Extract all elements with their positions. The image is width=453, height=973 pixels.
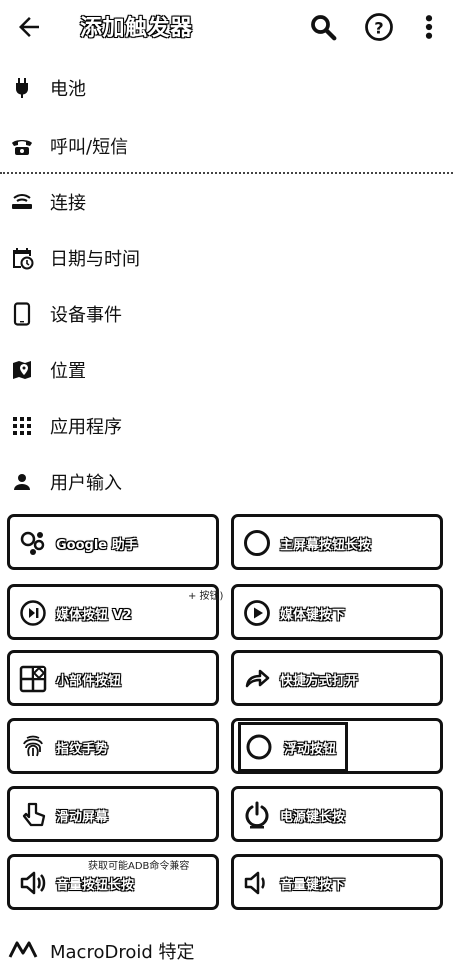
category-connectivity[interactable]: 连接 <box>0 176 453 228</box>
play-circle-icon <box>244 600 270 626</box>
trigger-google-assistant[interactable]: Google 助手 <box>7 514 219 570</box>
category-label: 呼叫/短信 <box>50 137 129 158</box>
help-icon[interactable]: ? <box>364 12 394 42</box>
router-icon <box>12 194 32 209</box>
category-device-events[interactable]: 设备事件 <box>0 288 453 340</box>
trigger-label: 滑动屏幕 <box>56 810 109 825</box>
trigger-label: 音量按钮长按 <box>56 878 135 893</box>
category-label: 位置 <box>50 361 86 382</box>
selection-highlight <box>238 722 348 772</box>
trigger-label: 媒体按钮 V2 <box>56 608 132 623</box>
calendar-clock-icon <box>13 248 34 270</box>
trigger-media-key-pressed[interactable]: 媒体键按下 <box>231 584 443 640</box>
macrodroid-logo-icon <box>8 941 38 958</box>
trigger-label: 主屏幕按钮长按 <box>280 538 372 553</box>
trigger-label: 指纹手势 <box>56 742 109 757</box>
media-play-pause-icon <box>20 600 46 626</box>
person-icon <box>14 474 30 490</box>
category-label: 设备事件 <box>50 305 122 326</box>
touch-hand-icon <box>22 802 46 827</box>
trigger-label: 电源键长按 <box>280 810 346 825</box>
trigger-volume-key-pressed[interactable]: 音量键按下 <box>231 854 443 910</box>
assistant-icon <box>20 531 45 555</box>
power-plug-icon <box>16 78 28 98</box>
volume-icon <box>244 871 265 895</box>
trigger-label: 音量键按下 <box>280 878 346 893</box>
trigger-label: 媒体键按下 <box>280 608 346 623</box>
trigger-label: 快捷方式打开 <box>280 674 359 689</box>
category-location[interactable]: 位置 <box>0 344 453 396</box>
category-battery[interactable]: 电池 <box>0 62 453 114</box>
category-label: 日期与时间 <box>50 249 140 270</box>
category-user-input[interactable]: 用户输入 <box>0 456 453 508</box>
smartphone-icon <box>13 302 31 326</box>
trigger-home-long-press[interactable]: 主屏幕按钮长按 <box>231 514 443 570</box>
volume-icon <box>20 871 46 895</box>
overlay-hint: 获取可能ADB命令兼容 <box>88 861 190 872</box>
page-title: 添加触发器 <box>80 16 193 41</box>
shortcut-arrow-icon <box>245 669 270 688</box>
arrow-back-icon[interactable] <box>14 12 44 42</box>
trigger-shortcut-launched[interactable]: 快捷方式打开 <box>231 650 443 706</box>
search-icon[interactable] <box>308 12 338 42</box>
category-applications[interactable]: 应用程序 <box>0 400 453 452</box>
fingerprint-icon <box>23 735 43 757</box>
overlay-snippet: + 按钮) <box>188 591 224 602</box>
circle-icon <box>244 530 270 556</box>
app-bar: 添加触发器 ? <box>0 0 453 54</box>
category-label: 连接 <box>50 193 86 214</box>
map-pin-icon <box>13 361 31 379</box>
category-label: 用户输入 <box>50 473 122 494</box>
category-label: 应用程序 <box>50 417 122 438</box>
trigger-fingerprint-gesture[interactable]: 指纹手势 <box>7 718 219 774</box>
category-label: 电池 <box>50 79 86 100</box>
more-vert-icon[interactable] <box>414 12 444 42</box>
divider <box>0 172 453 174</box>
category-date-time[interactable]: 日期与时间 <box>0 232 453 284</box>
trigger-label: Google 助手 <box>56 538 138 553</box>
trigger-power-long-press[interactable]: 电源键长按 <box>231 786 443 842</box>
category-macrodroid-specific[interactable]: MacroDroid 特定 <box>0 928 453 972</box>
widget-icon <box>19 665 47 693</box>
apps-grid-icon <box>13 417 31 435</box>
category-calls-sms[interactable]: 呼叫/短信 <box>0 120 453 172</box>
trigger-label: 小部件按钮 <box>56 674 122 689</box>
category-label: MacroDroid 特定 <box>50 942 195 963</box>
phone-icon <box>12 140 32 155</box>
trigger-widget-button[interactable]: 小部件按钮 <box>7 650 219 706</box>
svg-text:?: ? <box>374 18 383 37</box>
power-icon <box>245 801 269 829</box>
trigger-swipe-screen[interactable]: 滑动屏幕 <box>7 786 219 842</box>
